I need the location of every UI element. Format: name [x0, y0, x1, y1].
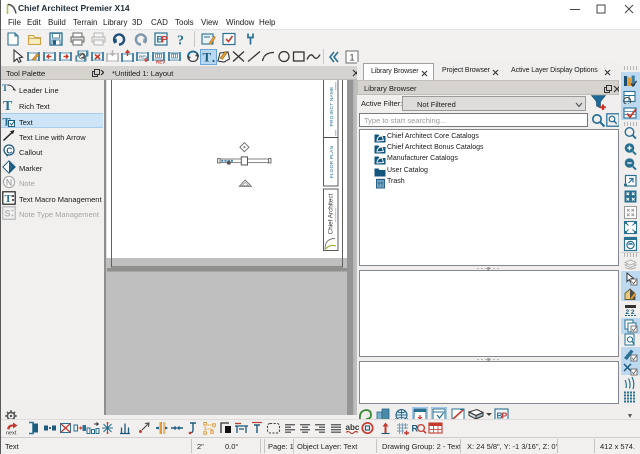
svg-text:1: 1: [350, 53, 355, 63]
svg-text:C: C: [6, 145, 12, 155]
svg-text:S: S: [5, 209, 11, 219]
svg-text:Chief Architect: Chief Architect: [328, 193, 335, 234]
svg-text:FLOOR PLAN: FLOOR PLAN: [329, 145, 335, 178]
svg-text:REV: REV: [156, 60, 165, 65]
svg-text:N: N: [6, 177, 13, 187]
svg-text:REV: REV: [139, 55, 148, 60]
svg-text:T: T: [2, 83, 8, 93]
svg-text:?: ?: [177, 34, 184, 47]
svg-text:P: P: [162, 35, 168, 45]
svg-text:2 2: 2 2: [626, 309, 635, 316]
svg-text:T: T: [3, 99, 13, 112]
svg-text:PROJECT NAME: PROJECT NAME: [329, 87, 335, 127]
svg-text:abc: abc: [346, 423, 360, 432]
svg-text:T: T: [5, 193, 13, 205]
svg-text:T: T: [203, 50, 212, 65]
svg-text:next: next: [6, 431, 17, 437]
